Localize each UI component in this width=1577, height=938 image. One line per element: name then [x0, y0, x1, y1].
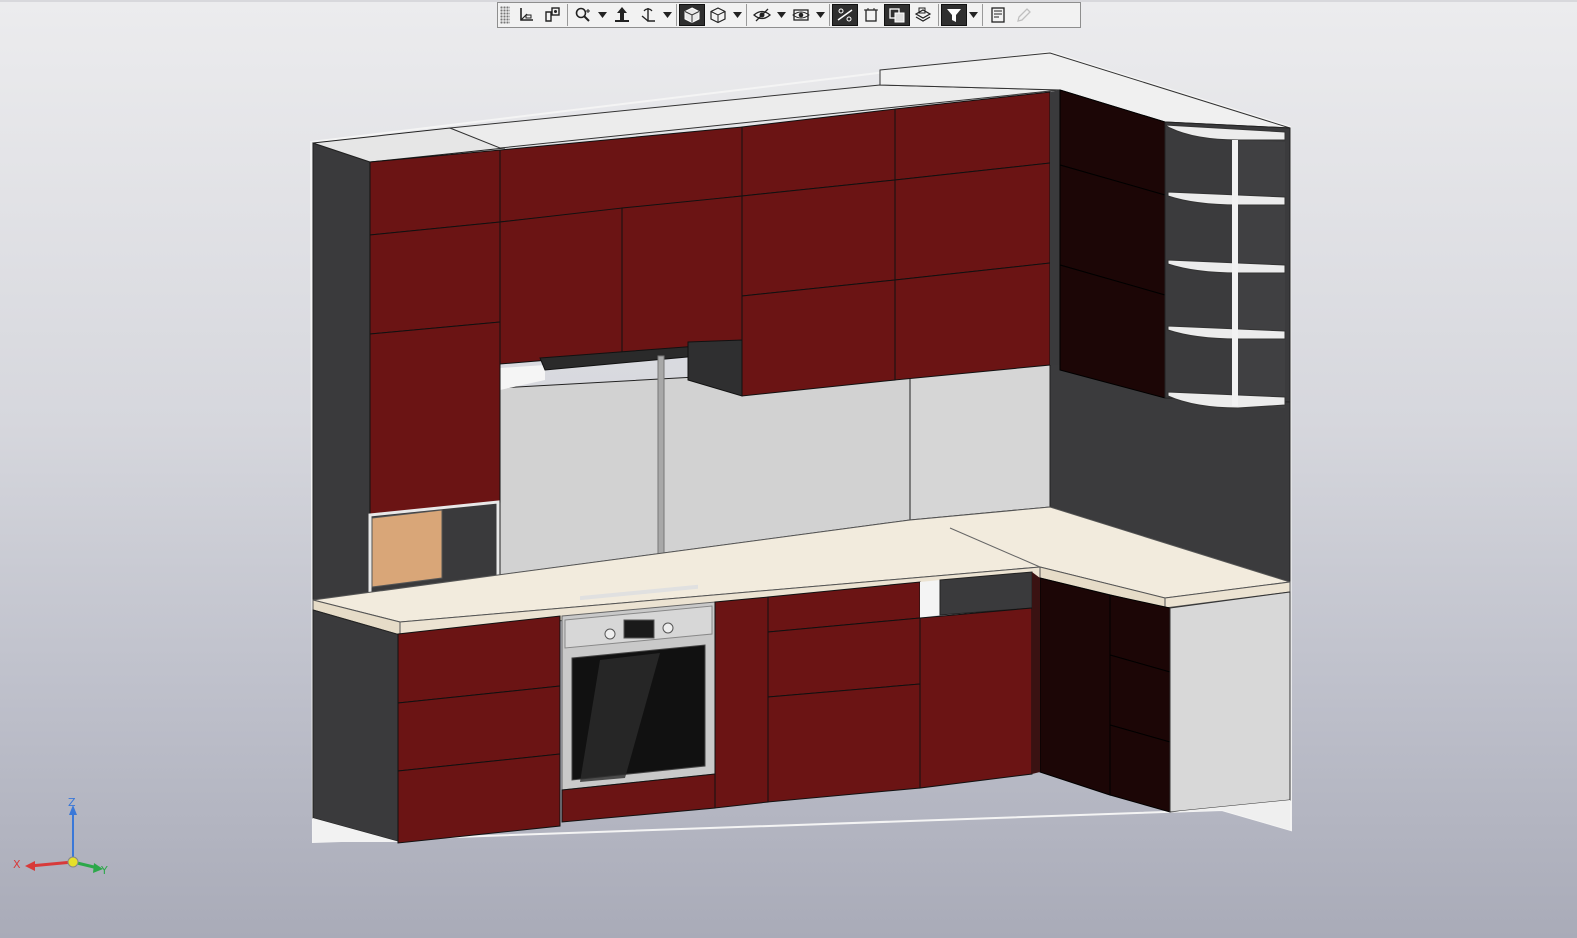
- dishwasher-niche-white: [920, 580, 940, 618]
- upper-front-left-top: [369, 149, 501, 236]
- drawer-front: [767, 617, 921, 698]
- axis-y-label: Y: [101, 864, 108, 877]
- upper-front-left-mid: [369, 221, 501, 335]
- oven-knob-right: [662, 622, 674, 634]
- corner-upper-side: [1050, 90, 1060, 365]
- upper-front-right-bottom: [894, 262, 1051, 381]
- upper-front-hood-right: [621, 195, 743, 355]
- upper-front-center-bottom: [741, 279, 896, 397]
- drawer-front: [767, 683, 921, 803]
- range-hood-pipe: [657, 355, 665, 562]
- lower-narrow-door: [714, 596, 769, 809]
- axis-z-label: Z: [68, 796, 76, 809]
- kitchen-3d-model[interactable]: [0, 0, 1577, 938]
- open-shelf-unit-inner: [1238, 140, 1285, 408]
- upper-front-center-mid: [741, 179, 896, 297]
- upper-front-hood-left: [499, 207, 623, 365]
- open-niche-wood-panel: [371, 509, 443, 588]
- corner-lower-side-panel: [1032, 572, 1040, 774]
- shelf-vertical-divider: [1232, 140, 1238, 406]
- axis-x-label: X: [13, 858, 21, 871]
- dishwasher-door: [919, 607, 1033, 789]
- lower-left-side-panel: [312, 609, 401, 843]
- left-side-panel: [312, 142, 371, 613]
- lower-right-end-panel: [1169, 591, 1291, 813]
- upper-front-left-tall: [369, 321, 501, 516]
- corner-lower-front: [1039, 577, 1111, 796]
- backsplash-panel-right: [909, 359, 1051, 521]
- oven-knob-left: [604, 628, 616, 640]
- oven-display: [623, 619, 655, 639]
- upper-front-right-mid: [894, 162, 1051, 281]
- dishwasher-niche-dark: [939, 571, 1033, 616]
